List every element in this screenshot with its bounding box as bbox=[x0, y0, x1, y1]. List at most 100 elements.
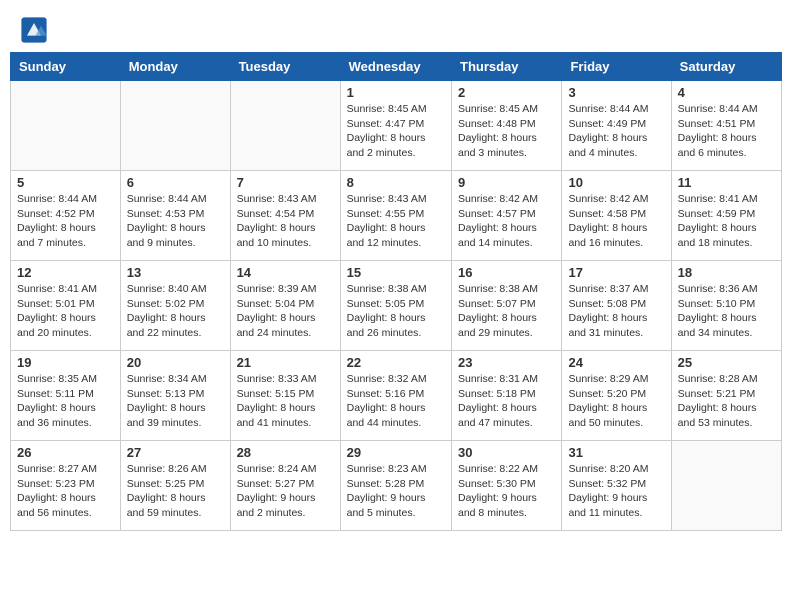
calendar-cell: 2 Sunrise: 8:45 AMSunset: 4:48 PMDaylight… bbox=[452, 81, 562, 171]
day-number: 25 bbox=[678, 355, 775, 370]
day-info: Sunrise: 8:29 AMSunset: 5:20 PMDaylight:… bbox=[568, 372, 664, 431]
week-row-4: 19 Sunrise: 8:35 AMSunset: 5:11 PMDayligh… bbox=[11, 351, 782, 441]
day-number: 17 bbox=[568, 265, 664, 280]
day-of-week-friday: Friday bbox=[562, 53, 671, 81]
day-number: 30 bbox=[458, 445, 555, 460]
day-info: Sunrise: 8:28 AMSunset: 5:21 PMDaylight:… bbox=[678, 372, 775, 431]
calendar-cell bbox=[11, 81, 121, 171]
day-info: Sunrise: 8:32 AMSunset: 5:16 PMDaylight:… bbox=[347, 372, 445, 431]
day-number: 2 bbox=[458, 85, 555, 100]
logo bbox=[20, 16, 50, 44]
calendar-cell bbox=[120, 81, 230, 171]
calendar-cell: 7Sunrise: 8:43 AMSunset: 4:54 PMDaylight… bbox=[230, 171, 340, 261]
calendar-cell: 4 Sunrise: 8:44 AMSunset: 4:51 PMDaylight… bbox=[671, 81, 781, 171]
week-row-2: 5Sunrise: 8:44 AMSunset: 4:52 PMDaylight… bbox=[11, 171, 782, 261]
day-number: 3 bbox=[568, 85, 664, 100]
calendar-cell: 16Sunrise: 8:38 AMSunset: 5:07 PMDayligh… bbox=[452, 261, 562, 351]
calendar-cell: 18 Sunrise: 8:36 AMSunset: 5:10 PMDayligh… bbox=[671, 261, 781, 351]
calendar-cell: 27 Sunrise: 8:26 AMSunset: 5:25 PMDayligh… bbox=[120, 441, 230, 531]
calendar-cell: 14 Sunrise: 8:39 AMSunset: 5:04 PMDayligh… bbox=[230, 261, 340, 351]
day-number: 4 bbox=[678, 85, 775, 100]
day-number: 21 bbox=[237, 355, 334, 370]
calendar-cell: 23 Sunrise: 8:31 AMSunset: 5:18 PMDayligh… bbox=[452, 351, 562, 441]
calendar-cell: 22 Sunrise: 8:32 AMSunset: 5:16 PMDayligh… bbox=[340, 351, 451, 441]
day-number: 31 bbox=[568, 445, 664, 460]
day-number: 15 bbox=[347, 265, 445, 280]
calendar-cell: 21Sunrise: 8:33 AMSunset: 5:15 PMDayligh… bbox=[230, 351, 340, 441]
day-info: Sunrise: 8:43 AMSunset: 4:54 PMDaylight:… bbox=[237, 192, 334, 251]
day-number: 22 bbox=[347, 355, 445, 370]
calendar-cell: 12Sunrise: 8:41 AMSunset: 5:01 PMDayligh… bbox=[11, 261, 121, 351]
day-number: 26 bbox=[17, 445, 114, 460]
calendar: SundayMondayTuesdayWednesdayThursdayFrid… bbox=[10, 52, 782, 531]
calendar-header: SundayMondayTuesdayWednesdayThursdayFrid… bbox=[11, 53, 782, 81]
day-of-week-tuesday: Tuesday bbox=[230, 53, 340, 81]
calendar-cell: 19 Sunrise: 8:35 AMSunset: 5:11 PMDayligh… bbox=[11, 351, 121, 441]
day-info: Sunrise: 8:35 AMSunset: 5:11 PMDaylight:… bbox=[17, 372, 114, 431]
day-info: Sunrise: 8:27 AMSunset: 5:23 PMDaylight:… bbox=[17, 462, 114, 521]
day-info: Sunrise: 8:23 AMSunset: 5:28 PMDaylight:… bbox=[347, 462, 445, 521]
calendar-cell bbox=[671, 441, 781, 531]
day-info: Sunrise: 8:20 AMSunset: 5:32 PMDaylight:… bbox=[568, 462, 664, 521]
day-info: Sunrise: 8:43 AMSunset: 4:55 PMDaylight:… bbox=[347, 192, 445, 251]
day-info: Sunrise: 8:41 AMSunset: 5:01 PMDaylight:… bbox=[17, 282, 114, 341]
calendar-cell: 15 Sunrise: 8:38 AMSunset: 5:05 PMDayligh… bbox=[340, 261, 451, 351]
day-info: Sunrise: 8:24 AMSunset: 5:27 PMDaylight:… bbox=[237, 462, 334, 521]
day-number: 8 bbox=[347, 175, 445, 190]
calendar-cell: 3 Sunrise: 8:44 AMSunset: 4:49 PMDaylight… bbox=[562, 81, 671, 171]
day-info: Sunrise: 8:40 AMSunset: 5:02 PMDaylight:… bbox=[127, 282, 224, 341]
calendar-cell: 8 Sunrise: 8:43 AMSunset: 4:55 PMDaylight… bbox=[340, 171, 451, 261]
day-info: Sunrise: 8:39 AMSunset: 5:04 PMDaylight:… bbox=[237, 282, 334, 341]
day-number: 18 bbox=[678, 265, 775, 280]
day-info: Sunrise: 8:44 AMSunset: 4:51 PMDaylight:… bbox=[678, 102, 775, 161]
day-of-week-saturday: Saturday bbox=[671, 53, 781, 81]
day-of-week-monday: Monday bbox=[120, 53, 230, 81]
calendar-cell: 9 Sunrise: 8:42 AMSunset: 4:57 PMDaylight… bbox=[452, 171, 562, 261]
day-info: Sunrise: 8:37 AMSunset: 5:08 PMDaylight:… bbox=[568, 282, 664, 341]
day-info: Sunrise: 8:31 AMSunset: 5:18 PMDaylight:… bbox=[458, 372, 555, 431]
day-number: 27 bbox=[127, 445, 224, 460]
calendar-cell: 25 Sunrise: 8:28 AMSunset: 5:21 PMDayligh… bbox=[671, 351, 781, 441]
day-number: 13 bbox=[127, 265, 224, 280]
calendar-cell: 11Sunrise: 8:41 AMSunset: 4:59 PMDayligh… bbox=[671, 171, 781, 261]
calendar-cell: 6 Sunrise: 8:44 AMSunset: 4:53 PMDaylight… bbox=[120, 171, 230, 261]
day-of-week-thursday: Thursday bbox=[452, 53, 562, 81]
day-info: Sunrise: 8:45 AMSunset: 4:48 PMDaylight:… bbox=[458, 102, 555, 161]
day-number: 23 bbox=[458, 355, 555, 370]
day-number: 29 bbox=[347, 445, 445, 460]
day-info: Sunrise: 8:38 AMSunset: 5:05 PMDaylight:… bbox=[347, 282, 445, 341]
day-number: 6 bbox=[127, 175, 224, 190]
day-number: 11 bbox=[678, 175, 775, 190]
day-info: Sunrise: 8:34 AMSunset: 5:13 PMDaylight:… bbox=[127, 372, 224, 431]
page-header bbox=[0, 0, 792, 52]
day-number: 9 bbox=[458, 175, 555, 190]
day-number: 16 bbox=[458, 265, 555, 280]
calendar-cell: 26 Sunrise: 8:27 AMSunset: 5:23 PMDayligh… bbox=[11, 441, 121, 531]
calendar-cell: 29 Sunrise: 8:23 AMSunset: 5:28 PMDayligh… bbox=[340, 441, 451, 531]
day-number: 10 bbox=[568, 175, 664, 190]
day-number: 1 bbox=[347, 85, 445, 100]
day-of-week-sunday: Sunday bbox=[11, 53, 121, 81]
day-number: 20 bbox=[127, 355, 224, 370]
day-number: 14 bbox=[237, 265, 334, 280]
day-number: 28 bbox=[237, 445, 334, 460]
week-row-1: 1Sunrise: 8:45 AMSunset: 4:47 PMDaylight… bbox=[11, 81, 782, 171]
week-row-3: 12Sunrise: 8:41 AMSunset: 5:01 PMDayligh… bbox=[11, 261, 782, 351]
calendar-cell: 10Sunrise: 8:42 AMSunset: 4:58 PMDayligh… bbox=[562, 171, 671, 261]
day-info: Sunrise: 8:36 AMSunset: 5:10 PMDaylight:… bbox=[678, 282, 775, 341]
logo-icon bbox=[20, 16, 48, 44]
calendar-cell: 17 Sunrise: 8:37 AMSunset: 5:08 PMDayligh… bbox=[562, 261, 671, 351]
week-row-5: 26 Sunrise: 8:27 AMSunset: 5:23 PMDayligh… bbox=[11, 441, 782, 531]
day-info: Sunrise: 8:26 AMSunset: 5:25 PMDaylight:… bbox=[127, 462, 224, 521]
calendar-body: 1Sunrise: 8:45 AMSunset: 4:47 PMDaylight… bbox=[11, 81, 782, 531]
calendar-cell: 30Sunrise: 8:22 AMSunset: 5:30 PMDayligh… bbox=[452, 441, 562, 531]
day-number: 24 bbox=[568, 355, 664, 370]
day-info: Sunrise: 8:44 AMSunset: 4:49 PMDaylight:… bbox=[568, 102, 664, 161]
day-number: 19 bbox=[17, 355, 114, 370]
day-of-week-wednesday: Wednesday bbox=[340, 53, 451, 81]
day-info: Sunrise: 8:44 AMSunset: 4:53 PMDaylight:… bbox=[127, 192, 224, 251]
days-of-week-row: SundayMondayTuesdayWednesdayThursdayFrid… bbox=[11, 53, 782, 81]
calendar-cell: 13 Sunrise: 8:40 AMSunset: 5:02 PMDayligh… bbox=[120, 261, 230, 351]
calendar-cell: 31 Sunrise: 8:20 AMSunset: 5:32 PMDayligh… bbox=[562, 441, 671, 531]
day-info: Sunrise: 8:42 AMSunset: 4:57 PMDaylight:… bbox=[458, 192, 555, 251]
